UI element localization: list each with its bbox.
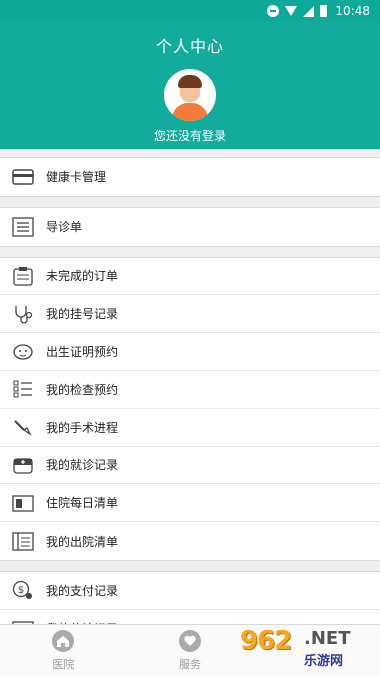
heart-icon <box>178 629 202 653</box>
tab-label: 医院 <box>52 658 75 671</box>
status-time: 10:48 <box>335 4 370 18</box>
watermark-logo: 962 .NET 乐游网 <box>234 624 374 670</box>
menu-item-label: 我的出院清单 <box>46 534 119 549</box>
checklist-icon <box>12 379 34 399</box>
menu-item-guide[interactable]: 导诊单 <box>0 207 380 246</box>
menu-item-label: 我的就诊记录 <box>46 458 119 473</box>
avatar-body <box>172 103 208 121</box>
section-gap <box>0 149 380 157</box>
menu-item-label: 我的检查预约 <box>46 382 119 397</box>
menu-item-visit-records[interactable]: 我的就诊记录 <box>0 446 380 485</box>
menu-item-label: 我的手术进程 <box>46 420 119 435</box>
menu-item-label: 未完成的订单 <box>46 269 119 284</box>
baby-icon <box>12 342 34 362</box>
menu-group-health-card: 健康卡管理 <box>0 157 380 197</box>
signal-icon <box>303 5 315 17</box>
section-gap <box>0 196 380 207</box>
status-bar: 10:48 <box>0 0 380 22</box>
page-title: 个人中心 <box>155 37 224 56</box>
card-icon <box>12 167 34 187</box>
watermark-suffix: .NET <box>304 628 351 649</box>
payment-icon: $ <box>12 580 34 600</box>
avatar[interactable] <box>164 69 216 121</box>
menu-item-birth-certificate[interactable]: 出生证明预约 <box>0 333 380 371</box>
menu-item-label: 我的挂号记录 <box>46 307 119 322</box>
menu-group-records: 未完成的订单 我的挂号记录 出生证明预约 我的检查预约 我的手术进程 我的就诊记… <box>0 256 380 561</box>
menu-item-discharge-list[interactable]: 我的出院清单 <box>0 522 380 560</box>
menu-item-surgery-progress[interactable]: 我的手术进程 <box>0 408 380 447</box>
medical-box-icon <box>12 455 34 475</box>
login-prompt[interactable]: 您还没有登录 <box>0 127 380 144</box>
menu-item-label: 我的支付记录 <box>46 583 119 598</box>
menu-item-label: 导诊单 <box>46 220 83 235</box>
svg-text:$: $ <box>18 585 24 596</box>
scalpel-icon <box>12 417 34 437</box>
tab-label: 服务 <box>179 658 201 671</box>
hospital-list-icon <box>12 493 34 513</box>
menu-item-health-card[interactable]: 健康卡管理 <box>0 158 380 196</box>
section-gap <box>0 560 380 571</box>
profile-header: 个人中心 您还没有登录 <box>0 22 380 149</box>
menu-item-label: 住院每日清单 <box>46 496 119 511</box>
menu-group-guide: 导诊单 <box>0 206 380 247</box>
watermark-number: 962 <box>240 626 292 656</box>
wifi-icon <box>285 6 298 16</box>
section-gap <box>0 246 380 257</box>
clipboard-icon <box>12 266 34 286</box>
avatar-hair <box>178 75 202 88</box>
menu-item-exam-appointments[interactable]: 我的检查预约 <box>0 370 380 409</box>
discharge-list-icon <box>12 531 34 551</box>
menu-item-label: 健康卡管理 <box>46 170 107 185</box>
menu-item-daily-inpatient-list[interactable]: 住院每日清单 <box>0 484 380 523</box>
menu-item-registration-records[interactable]: 我的挂号记录 <box>0 295 380 334</box>
stethoscope-icon <box>12 304 34 324</box>
menu-item-payment-records[interactable]: $ 我的支付记录 <box>0 571 380 610</box>
dnd-icon <box>267 5 280 17</box>
home-icon <box>51 629 75 653</box>
menu-item-unfinished-orders[interactable]: 未完成的订单 <box>0 257 380 296</box>
menu-item-label: 出生证明预约 <box>46 345 119 360</box>
tab-hospital[interactable]: 医院 <box>0 625 127 676</box>
list-icon <box>12 217 34 237</box>
watermark-subtitle: 乐游网 <box>304 654 344 669</box>
battery-icon <box>320 5 328 17</box>
